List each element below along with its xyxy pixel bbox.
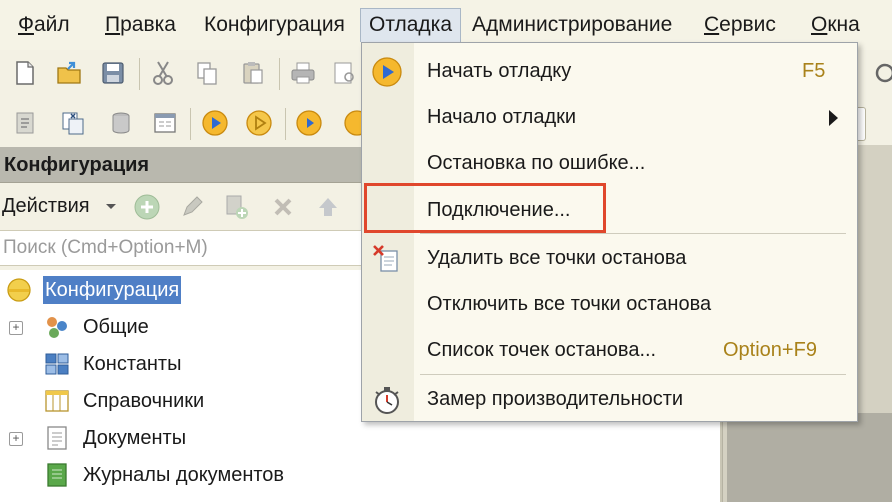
menu-item-label: Замер производительности: [427, 388, 684, 410]
submenu-arrow-icon: [829, 110, 838, 126]
tree-item-label: Журналы документов: [83, 464, 285, 486]
menu-administration[interactable]: Администрирование: [464, 8, 680, 42]
compare-configuration-icon[interactable]: [56, 106, 90, 140]
actions-menu-button[interactable]: Действия: [2, 193, 90, 219]
menu-item-label: Отключить все точки останова: [427, 293, 712, 315]
stopwatch-icon: [375, 387, 399, 414]
menu-item-stop-on-error[interactable]: Остановка по ошибке...: [362, 141, 857, 185]
menu-item-label: Список точек останова...: [427, 339, 657, 361]
toolbar-separator: [285, 108, 286, 140]
menu-item-shortcut: F5: [802, 60, 826, 82]
configuration-icon: [7, 278, 31, 302]
catalogs-icon: [45, 390, 69, 412]
expand-plus-icon[interactable]: +: [9, 321, 23, 335]
add-copy-icon[interactable]: [222, 192, 252, 222]
tree-item-label: Константы: [83, 353, 182, 375]
find-icon[interactable]: [866, 56, 892, 90]
expand-plus-icon[interactable]: +: [9, 432, 23, 446]
menu-item-start-debugging[interactable]: Начать отладку F5: [362, 49, 857, 93]
menu-file[interactable]: Файл: [10, 8, 78, 42]
menu-item-debug-start[interactable]: Начало отладки: [362, 95, 857, 139]
print-preview-icon[interactable]: [326, 56, 360, 90]
menu-item-disable-all-breakpoints[interactable]: Отключить все точки останова: [362, 282, 857, 326]
move-up-icon[interactable]: [313, 192, 343, 222]
step-into-icon[interactable]: [292, 106, 326, 140]
menu-windows[interactable]: Окна: [803, 8, 868, 42]
save-icon[interactable]: [96, 56, 130, 90]
workspace-inner-area: [727, 413, 892, 502]
edit-pencil-icon[interactable]: [177, 192, 207, 222]
menu-separator: [420, 374, 846, 375]
menu-separator: [420, 233, 846, 234]
play-icon: [372, 57, 402, 87]
window-icon[interactable]: [148, 106, 182, 140]
module-structure-icon[interactable]: [8, 106, 42, 140]
chevron-down-icon[interactable]: [106, 204, 116, 209]
cut-icon[interactable]: [146, 56, 180, 90]
document-journals-icon: [47, 463, 67, 487]
menu-item-label: Остановка по ошибке...: [427, 152, 646, 174]
menu-item-label: Удалить все точки останова: [427, 247, 687, 269]
constants-icon: [45, 353, 69, 375]
toolbar-separator: [139, 58, 140, 90]
print-icon[interactable]: [286, 56, 320, 90]
menu-configuration[interactable]: Конфигурация: [196, 8, 353, 42]
add-icon[interactable]: [132, 192, 162, 222]
tree-item-documents[interactable]: + Документы: [0, 420, 720, 457]
menu-item-breakpoint-list[interactable]: Список точек останова... Option+F9: [362, 328, 857, 372]
paste-icon[interactable]: [236, 56, 270, 90]
toolbar-separator: [279, 58, 280, 90]
highlight-outline: [364, 183, 606, 233]
tree-item-label: Справочники: [83, 390, 205, 412]
copy-icon[interactable]: [190, 56, 224, 90]
toolbar-separator: [190, 108, 191, 140]
tree-item-label: Общие: [83, 316, 149, 338]
start-debugging-icon[interactable]: [198, 106, 232, 140]
common-objects-icon: [47, 317, 67, 338]
new-document-icon[interactable]: [8, 56, 42, 90]
documents-icon: [47, 426, 67, 450]
delete-icon[interactable]: [268, 192, 298, 222]
menu-item-shortcut: Option+F9: [723, 339, 817, 361]
database-icon[interactable]: [104, 106, 138, 140]
tree-item-label: Документы: [83, 427, 187, 449]
menu-item-label: Начало отладки: [427, 106, 577, 128]
tree-item-document-journals[interactable]: Журналы документов: [0, 457, 720, 494]
open-folder-icon[interactable]: [52, 56, 86, 90]
menu-debug[interactable]: Отладка: [360, 8, 462, 42]
delete-breakpoints-icon: [373, 245, 398, 272]
menu-edit[interactable]: Правка: [97, 8, 184, 42]
menu-service[interactable]: Сервис: [696, 8, 784, 42]
tree-item-label: Конфигурация: [43, 276, 182, 304]
menu-item-delete-all-breakpoints[interactable]: Удалить все точки останова: [362, 236, 857, 280]
menu-item-label: Начать отладку: [427, 60, 572, 82]
continue-icon[interactable]: [242, 106, 276, 140]
menu-item-performance-measurement[interactable]: Замер производительности: [362, 377, 857, 421]
